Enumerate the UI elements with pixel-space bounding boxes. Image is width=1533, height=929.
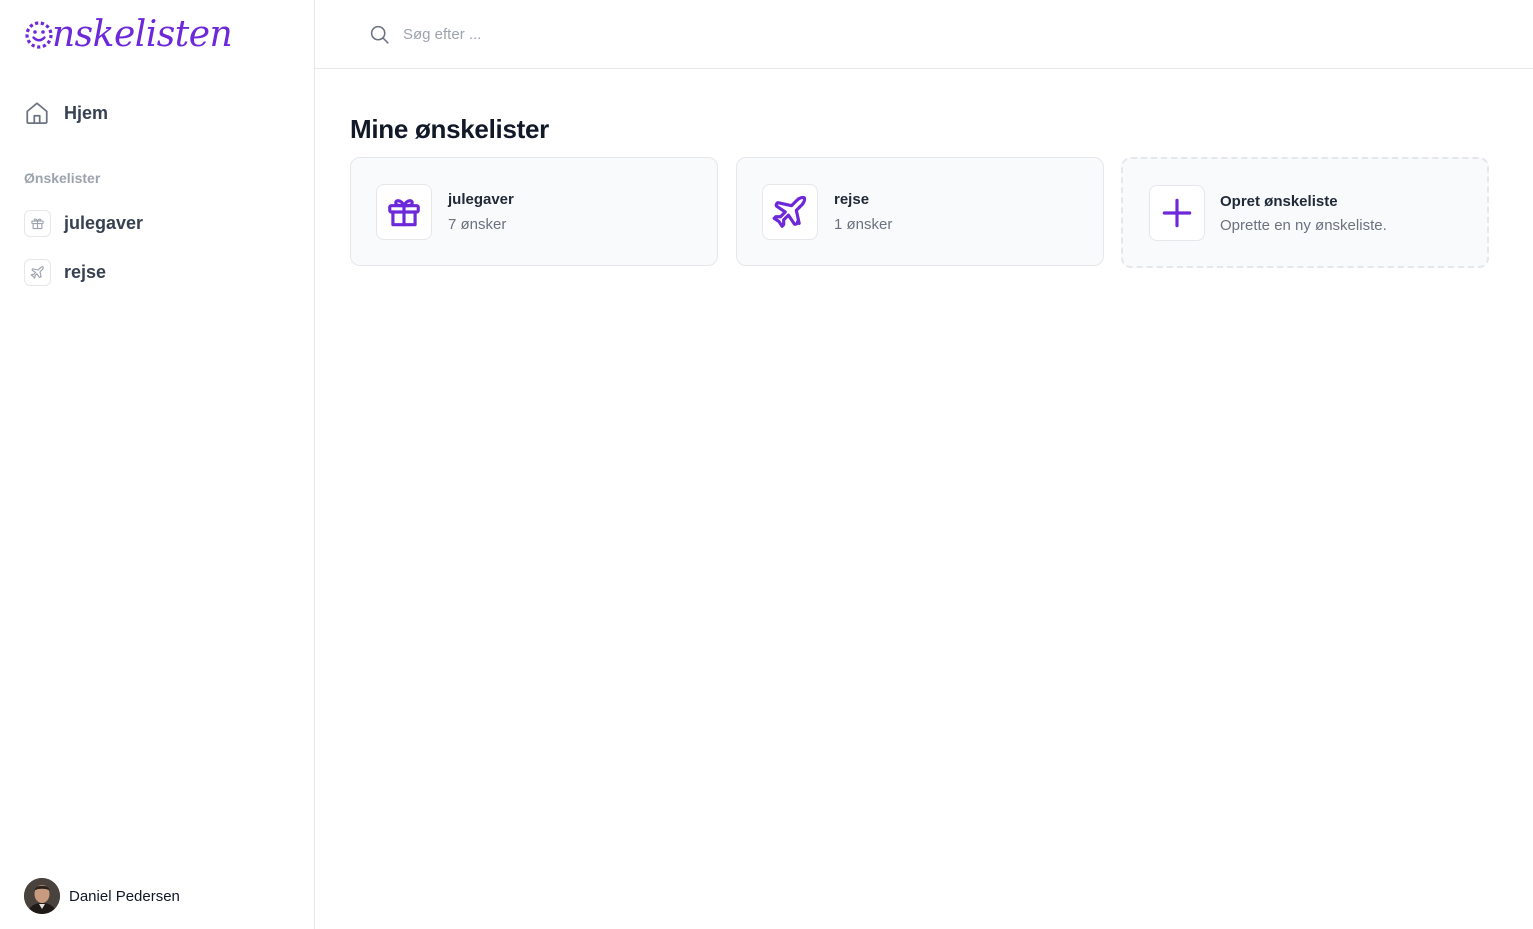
logo-text: nskelisten xyxy=(52,14,233,55)
logo[interactable]: nskelisten xyxy=(24,14,233,56)
nav-home-label: Hjem xyxy=(64,102,109,123)
plane-icon xyxy=(772,195,807,228)
user-name: Daniel Pedersen xyxy=(69,887,180,905)
sidebar-item-label: rejse xyxy=(64,261,107,282)
sidebar-item-icon-box xyxy=(24,209,51,237)
search-icon xyxy=(370,25,389,44)
card-subtitle: Oprette en ny ønskeliste. xyxy=(1220,217,1387,234)
sidebar-item-icon-box xyxy=(24,258,51,286)
wishlist-card-julegaver[interactable]: julegaver 7 ønsker xyxy=(350,157,718,266)
top-header xyxy=(315,0,1533,69)
plus-icon xyxy=(1162,198,1192,228)
sidebar-item-julegaver[interactable]: julegaver xyxy=(24,209,143,237)
avatar-image xyxy=(24,878,60,914)
smiley-logo-icon xyxy=(25,21,53,49)
gift-icon xyxy=(388,199,420,227)
nav-home[interactable]: Hjem xyxy=(24,98,108,128)
card-title: Opret ønskeliste xyxy=(1220,193,1338,210)
plane-icon xyxy=(30,265,44,279)
sidebar: nskelisten Hjem Ønskelister julegaver re… xyxy=(0,0,315,929)
card-subtitle: 7 ønsker xyxy=(448,216,507,233)
wishlist-card-rejse[interactable]: rejse 1 ønsker xyxy=(736,157,1104,266)
user-profile[interactable]: Daniel Pedersen xyxy=(24,878,180,914)
home-icon xyxy=(26,102,48,124)
app-root: nskelisten Hjem Ønskelister julegaver re… xyxy=(0,0,1533,929)
sidebar-item-rejse[interactable]: rejse xyxy=(24,258,106,286)
sidebar-item-label: julegaver xyxy=(64,212,144,233)
card-icon-box xyxy=(1149,185,1205,241)
card-icon-box xyxy=(376,184,432,240)
page-title: Mine ønskelister xyxy=(350,114,549,144)
card-title: rejse xyxy=(834,191,870,208)
create-wishlist-card[interactable]: Opret ønskeliste Oprette en ny ønskelist… xyxy=(1121,157,1489,268)
card-title: julegaver xyxy=(448,191,514,208)
section-label-wishlists: Ønskelister xyxy=(24,170,101,186)
card-icon-box xyxy=(762,184,818,240)
card-subtitle: 1 ønsker xyxy=(834,216,893,233)
avatar xyxy=(24,878,60,914)
gift-icon xyxy=(31,217,44,229)
search-input[interactable] xyxy=(403,20,1003,48)
